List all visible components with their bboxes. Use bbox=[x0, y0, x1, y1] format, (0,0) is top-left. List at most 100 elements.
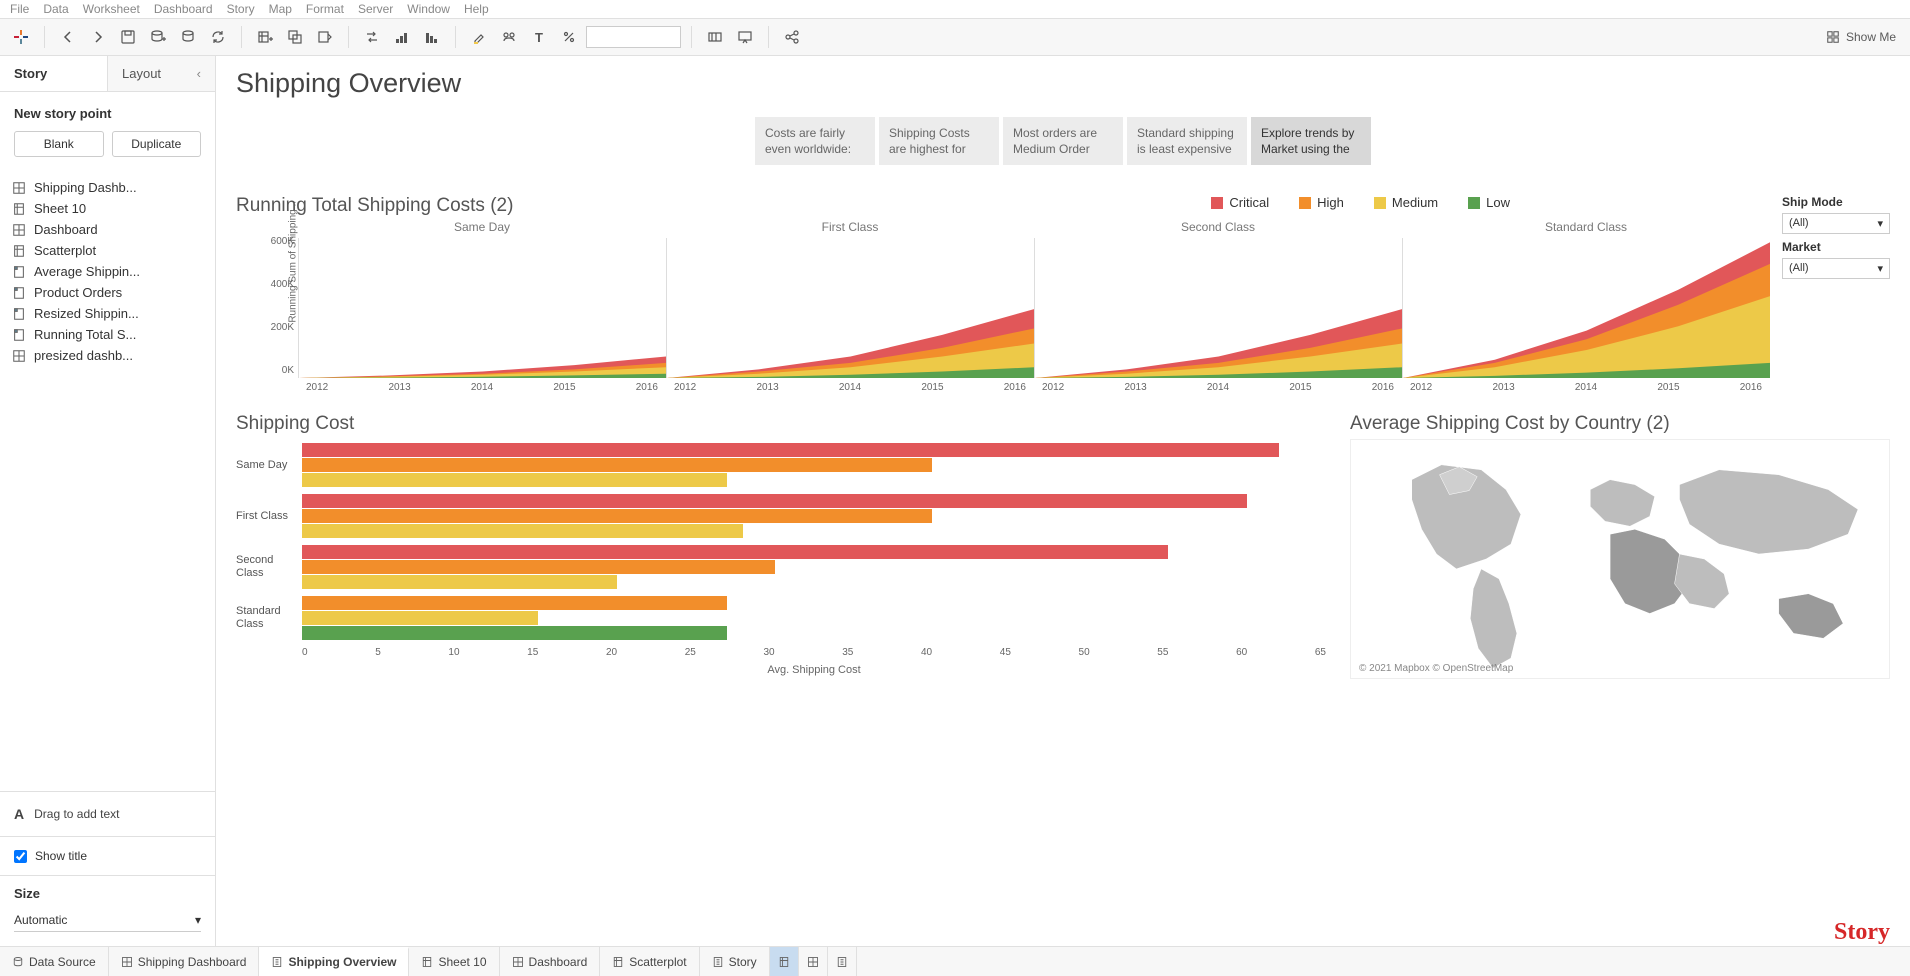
area-chart-panels[interactable]: Same Day 20122013201420152016 First Clas… bbox=[298, 216, 1770, 393]
map-chart[interactable]: © 2021 Mapbox © OpenStreetMap bbox=[1350, 439, 1890, 679]
tab-layout[interactable]: Layout‹ bbox=[107, 56, 215, 91]
new-data-icon[interactable] bbox=[145, 24, 171, 50]
market-dropdown[interactable]: (All)▾ bbox=[1782, 258, 1890, 279]
legend-item[interactable]: Low bbox=[1468, 195, 1510, 210]
sidebar-item-1[interactable]: Sheet 10 bbox=[10, 198, 205, 219]
legend-item[interactable]: High bbox=[1299, 195, 1344, 210]
auto-update-icon[interactable] bbox=[175, 24, 201, 50]
menu-window[interactable]: Window bbox=[407, 2, 450, 16]
story-title[interactable]: Shipping Overview bbox=[236, 68, 1890, 99]
menu-dashboard[interactable]: Dashboard bbox=[154, 2, 213, 16]
text-icon[interactable]: T bbox=[526, 24, 552, 50]
bar[interactable] bbox=[302, 611, 538, 625]
bar-group bbox=[302, 541, 1326, 592]
new-sheet-icon[interactable] bbox=[770, 947, 799, 976]
toolbar-input[interactable] bbox=[586, 26, 681, 48]
bar[interactable] bbox=[302, 524, 743, 538]
ship-mode-dropdown[interactable]: (All)▾ bbox=[1782, 213, 1890, 234]
back-icon[interactable] bbox=[55, 24, 81, 50]
new-worksheet-icon[interactable] bbox=[252, 24, 278, 50]
bar[interactable] bbox=[302, 545, 1168, 559]
bar[interactable] bbox=[302, 560, 775, 574]
save-icon[interactable] bbox=[115, 24, 141, 50]
sidebar-item-2[interactable]: Dashboard bbox=[10, 219, 205, 240]
menu-worksheet[interactable]: Worksheet bbox=[83, 2, 140, 16]
chevron-down-icon: ▾ bbox=[1877, 217, 1883, 230]
forward-icon[interactable] bbox=[85, 24, 111, 50]
show-me-label: Show Me bbox=[1846, 30, 1896, 44]
panel-second-class[interactable]: Second Class 20122013201420152016 bbox=[1034, 216, 1402, 393]
bar[interactable] bbox=[302, 443, 1279, 457]
sidebar-item-4[interactable]: Average Shippin... bbox=[10, 261, 205, 282]
refresh-icon[interactable] bbox=[205, 24, 231, 50]
sidebar-item-6[interactable]: Resized Shippin... bbox=[10, 303, 205, 324]
sidebar-item-7[interactable]: Running Total S... bbox=[10, 324, 205, 345]
swap-icon[interactable] bbox=[359, 24, 385, 50]
size-dropdown[interactable]: Automatic▾ bbox=[14, 909, 201, 932]
bar-group bbox=[302, 439, 1326, 490]
btab-scatterplot[interactable]: Scatterplot bbox=[600, 947, 699, 976]
new-story-point-label: New story point bbox=[0, 92, 215, 131]
menu-help[interactable]: Help bbox=[464, 2, 489, 16]
btab-data-source[interactable]: Data Source bbox=[0, 947, 109, 976]
tableau-logo-icon[interactable] bbox=[8, 24, 34, 50]
bar[interactable] bbox=[302, 596, 727, 610]
caption-0[interactable]: Costs are fairly even worldwide: bbox=[755, 117, 875, 165]
btab-sheet-10[interactable]: Sheet 10 bbox=[409, 947, 499, 976]
menu-data[interactable]: Data bbox=[43, 2, 68, 16]
highlight-icon[interactable] bbox=[466, 24, 492, 50]
menu-file[interactable]: File bbox=[10, 2, 29, 16]
btab-shipping-dashboard[interactable]: Shipping Dashboard bbox=[109, 947, 260, 976]
red-story-label: Story bbox=[1834, 919, 1890, 946]
menu-map[interactable]: Map bbox=[269, 2, 292, 16]
bottom-tabs: Data SourceShipping DashboardShipping Ov… bbox=[0, 946, 1910, 976]
duplicate-icon[interactable] bbox=[282, 24, 308, 50]
show-title-checkbox[interactable]: Show title bbox=[0, 836, 215, 875]
sort-desc-icon[interactable] bbox=[419, 24, 445, 50]
share-icon[interactable] bbox=[779, 24, 805, 50]
bar-chart[interactable]: 05101520253035404550556065 Avg. Shipping… bbox=[302, 439, 1326, 676]
caption-4[interactable]: Explore trends by Market using the bbox=[1251, 117, 1371, 165]
show-title-input[interactable] bbox=[14, 850, 27, 863]
sidebar-item-5[interactable]: Product Orders bbox=[10, 282, 205, 303]
duplicate-button[interactable]: Duplicate bbox=[112, 131, 202, 157]
tab-story[interactable]: Story bbox=[0, 56, 107, 91]
bar[interactable] bbox=[302, 509, 932, 523]
sort-asc-icon[interactable] bbox=[389, 24, 415, 50]
fit-icon[interactable] bbox=[702, 24, 728, 50]
show-me-button[interactable]: Show Me bbox=[1820, 30, 1902, 44]
sidebar-item-3[interactable]: Scatterplot bbox=[10, 240, 205, 261]
legend-item[interactable]: Medium bbox=[1374, 195, 1438, 210]
new-dash-icon[interactable] bbox=[799, 947, 828, 976]
new-story-icon[interactable] bbox=[828, 947, 857, 976]
present-icon[interactable] bbox=[732, 24, 758, 50]
bar[interactable] bbox=[302, 458, 932, 472]
menu-server[interactable]: Server bbox=[358, 2, 393, 16]
btab-shipping-overview[interactable]: Shipping Overview bbox=[259, 947, 409, 976]
panel-same-day[interactable]: Same Day 20122013201420152016 bbox=[298, 216, 666, 393]
x-axis-label: Avg. Shipping Cost bbox=[302, 664, 1326, 676]
caption-1[interactable]: Shipping Costs are highest for bbox=[879, 117, 999, 165]
btab-story[interactable]: Story bbox=[700, 947, 770, 976]
panel-standard-class[interactable]: Standard Class 20122013201420152016 bbox=[1402, 216, 1770, 393]
sidebar-item-0[interactable]: Shipping Dashb... bbox=[10, 177, 205, 198]
bar[interactable] bbox=[302, 494, 1247, 508]
bar[interactable] bbox=[302, 626, 727, 640]
drag-to-add-text[interactable]: A Drag to add text bbox=[0, 791, 215, 836]
blank-button[interactable]: Blank bbox=[14, 131, 104, 157]
sidebar-item-8[interactable]: presized dashb... bbox=[10, 345, 205, 366]
menu-story[interactable]: Story bbox=[227, 2, 255, 16]
toolbar: T Show Me bbox=[0, 18, 1910, 56]
bar[interactable] bbox=[302, 575, 617, 589]
clear-icon[interactable] bbox=[312, 24, 338, 50]
menu-format[interactable]: Format bbox=[306, 2, 344, 16]
bar[interactable] bbox=[302, 473, 727, 487]
group-icon[interactable] bbox=[496, 24, 522, 50]
caption-3[interactable]: Standard shipping is least expensive bbox=[1127, 117, 1247, 165]
legend-item[interactable]: Critical bbox=[1211, 195, 1269, 210]
panel-first-class[interactable]: First Class 20122013201420152016 bbox=[666, 216, 1034, 393]
btab-dashboard[interactable]: Dashboard bbox=[500, 947, 601, 976]
chevron-down-icon: ▾ bbox=[195, 913, 201, 927]
percent-icon[interactable] bbox=[556, 24, 582, 50]
caption-2[interactable]: Most orders are Medium Order bbox=[1003, 117, 1123, 165]
